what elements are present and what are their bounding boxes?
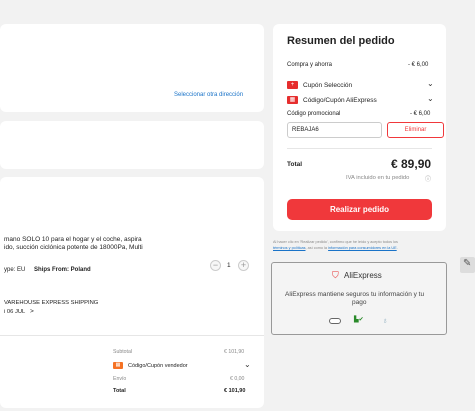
legal-line2-end: . — [396, 245, 398, 250]
toggle-badge-icon — [329, 318, 341, 324]
store-total-value: € 101,90 — [224, 388, 246, 394]
address-card: Seleccionar otra dirección — [0, 24, 264, 112]
store-summary-divider — [0, 335, 264, 336]
empty-section-card — [0, 121, 264, 169]
legal-text: Al hacer clic en 'Realizar pedido', conf… — [273, 240, 448, 251]
floating-edit-button[interactable]: ✎ — [460, 257, 475, 273]
coupon-selection-icon: + — [287, 81, 298, 89]
vat-note: IVA incluido en tu pedido — [346, 175, 410, 181]
buy-save-label: Compra y ahorra — [287, 62, 333, 68]
delivery-chevron-icon[interactable]: > — [30, 308, 34, 315]
ships-from: Ships From: Poland — [34, 267, 91, 273]
product-type: ype: EU — [4, 267, 26, 273]
buy-save-value: - € 6,00 — [408, 62, 429, 68]
select-other-address-link[interactable]: Seleccionar otra dirección — [174, 92, 243, 98]
vat-info-icon[interactable]: ⓘ — [425, 174, 431, 183]
legal-line2-middle: , así como la — [305, 245, 329, 250]
delivery-date[interactable]: i 06 JUL — [4, 309, 25, 315]
subtotal-value: € 101,90 — [224, 349, 245, 355]
security-card: ⛉ AliExpress AliExpress mantiene seguros… — [271, 262, 447, 335]
verified-badge-icon: ▙✔ — [354, 317, 364, 323]
total-divider — [287, 148, 432, 149]
product-card: mano SOLO 10 para el hogar y el coche, a… — [0, 177, 264, 408]
decrease-quantity-button[interactable]: − — [210, 260, 221, 271]
security-brand: AliExpress — [344, 271, 382, 280]
shipping-value: € 0,00 — [230, 376, 245, 382]
security-message-line2: pago — [352, 299, 367, 306]
product-title-line2[interactable]: ido, succión ciclónica potente de 18000P… — [4, 244, 143, 251]
place-order-button[interactable]: Realizar pedido — [287, 199, 432, 220]
order-total-label: Total — [287, 161, 303, 168]
promo-code-label: Código promocional — [287, 111, 341, 117]
seller-coupon-icon: ▦ — [113, 362, 123, 369]
coupon-selection-label[interactable]: Cupón Selección — [303, 82, 352, 89]
order-summary-card: Resumen del pedido Compra y ahorra - € 6… — [273, 24, 446, 231]
promo-code-value: - € 6,00 — [410, 111, 431, 117]
order-summary-title: Resumen del pedido — [287, 35, 395, 47]
order-total-value: € 89,90 — [391, 157, 432, 171]
aliexpress-coupon-label[interactable]: Código/Cupón AliExpress — [303, 97, 377, 104]
security-message-line1: AliExpress mantiene seguros tu informaci… — [285, 291, 425, 298]
increase-quantity-button[interactable]: + — [238, 260, 249, 271]
shipping-method: VAREHOUSE EXPRESS SHIPPING — [4, 300, 99, 306]
shipping-label: Envío — [113, 376, 127, 382]
legal-line1: Al hacer clic en 'Realizar pedido', conf… — [273, 240, 398, 244]
store-total-label: Total — [113, 388, 126, 394]
remove-promo-button[interactable]: Eliminar — [387, 122, 444, 138]
pencil-icon: ✎ — [463, 258, 472, 269]
aliexpress-coupon-icon: ▦ — [287, 96, 298, 104]
eu-consumer-info-link[interactable]: información para consumidores en la UE — [328, 246, 397, 250]
coupon-selection-chevron-icon[interactable]: ⌄ — [427, 79, 434, 88]
product-title-line1[interactable]: mano SOLO 10 para el hogar y el coche, a… — [4, 236, 142, 243]
security-lightbulb-icon: ♁ — [382, 316, 388, 325]
subtotal-label: Subtotal — [113, 349, 133, 355]
seller-coupon-label[interactable]: Código/Cupón vendedor — [128, 363, 188, 369]
seller-coupon-chevron-icon[interactable]: ⌄ — [244, 360, 251, 369]
terms-link[interactable]: términos y políticas — [273, 246, 306, 250]
promo-code-input[interactable]: REBAJA6 — [287, 122, 382, 138]
shield-icon: ⛉ — [332, 270, 339, 280]
quantity-value[interactable]: 1 — [227, 262, 231, 269]
aliexpress-coupon-chevron-icon[interactable]: ⌄ — [427, 94, 434, 103]
